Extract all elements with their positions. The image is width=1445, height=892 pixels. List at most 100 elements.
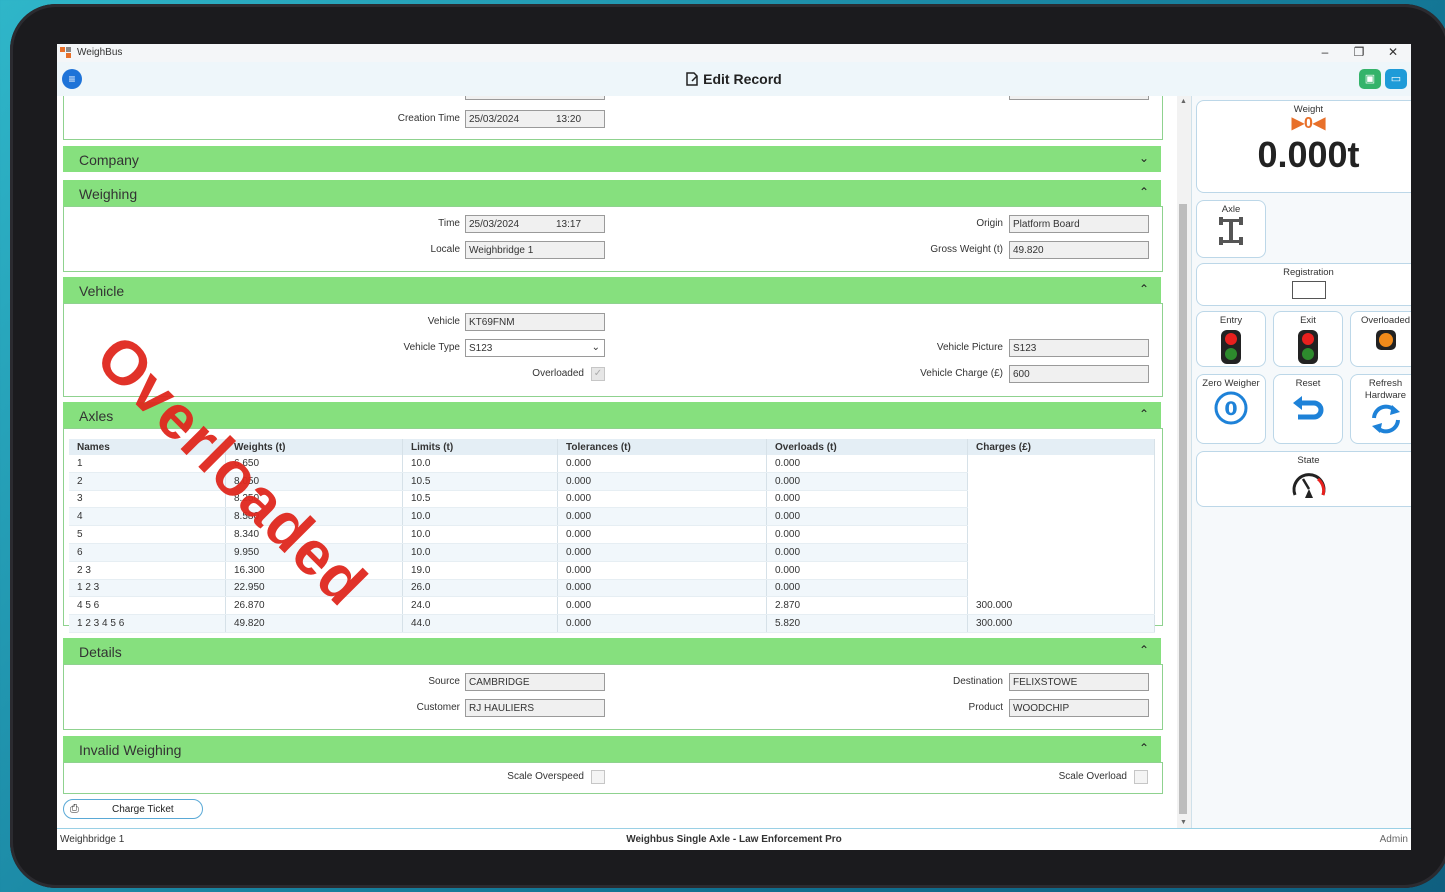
customer-field[interactable]: RJ HAULIERS [465,699,605,717]
minimize-button[interactable]: – [1315,45,1335,59]
scroll-up-icon[interactable]: ▲ [1180,98,1187,105]
monitor-button[interactable]: ▭ [1385,69,1407,89]
refresh-hardware-button[interactable]: Refresh Hardware [1350,374,1411,444]
product-label: Product [968,702,1003,713]
weight-display: Weight ▶0◀ 0.000t [1196,100,1411,193]
table-cell: 0.000 [557,561,767,580]
table-cell: 0.000 [766,490,968,509]
weighing-time-label: Time [438,218,460,229]
state-indicator: State [1196,451,1411,507]
scroll-down-icon[interactable]: ▼ [1180,819,1187,826]
close-button[interactable]: ✕ [1383,45,1403,59]
table-cell: 4 [69,507,226,527]
destination-field[interactable]: FELIXSTOWE [1009,673,1149,691]
chevron-down-icon: ⌄ [1138,151,1149,165]
hidden-field-top-left [465,96,605,100]
section-details[interactable]: Details ⌃ [63,638,1161,664]
section-invalid-title: Invalid Weighing [79,742,182,758]
exit-label: Exit [1300,315,1316,326]
chevron-up-icon: ⌃ [1138,407,1149,421]
table-cell [967,455,1155,473]
table-cell: 0.000 [557,596,767,616]
table-cell [967,561,1155,580]
table-cell: 0.000 [766,543,968,562]
vertical-scrollbar[interactable]: ▲ ▼ [1177,96,1191,828]
gross-weight-field[interactable]: 49.820 [1009,241,1149,259]
creation-time-field[interactable]: 25/03/2024 13:20 [465,110,605,128]
status-product-name: Weighbus Single Axle - Law Enforcement P… [626,834,842,845]
refresh-hardware-label: Refresh Hardware [1364,378,1407,401]
scale-overspeed-label: Scale Overspeed [507,771,584,782]
table-cell: 10.5 [402,490,558,509]
origin-label: Origin [976,218,1003,229]
page-title: Edit Record [57,71,1411,87]
table-row[interactable]: 1 2 3 22.950 26.0 0.000 0.000 [69,579,1155,598]
section-weighing[interactable]: Weighing ⌃ [63,180,1161,206]
table-row[interactable]: 5 8.340 10.0 0.000 0.000 [69,525,1155,544]
section-company[interactable]: Company ⌄ [63,146,1161,172]
overloaded-checkbox[interactable]: ✓ [591,367,605,381]
state-label: State [1297,455,1320,466]
table-cell [967,579,1155,597]
vehicle-charge-field[interactable]: 600 [1009,365,1149,383]
table-row[interactable]: 4 5 6 26.870 24.0 0.000 2.870 300.000 [69,596,1155,616]
table-cell: 0.000 [557,472,767,491]
app-logo-icon [60,47,71,58]
destination-label: Destination [952,676,1003,687]
screen-button[interactable]: ▣ [1359,69,1381,89]
overload-lamp-icon [1375,330,1396,350]
col-tolerances[interactable]: Tolerances (t) [557,439,767,455]
entry-light: Entry [1196,311,1266,367]
title-bar: WeighBus – ❐ ✕ [57,44,1411,62]
charge-ticket-button[interactable]: ⎙ Charge Ticket [63,799,203,819]
chevron-down-icon: ⌄ [591,342,600,353]
col-limits[interactable]: Limits (t) [402,439,558,455]
table-row[interactable]: 1 2 3 4 5 6 49.820 44.0 0.000 5.820 300.000 [69,614,1155,633]
gauge-icon [1292,473,1325,498]
table-cell: 0.000 [557,490,767,509]
vehicle-type-value: S123 [469,343,493,354]
undo-arrow-icon [1293,396,1324,420]
scale-overspeed-checkbox[interactable] [591,770,605,784]
origin-field[interactable]: Platform Board [1009,215,1149,233]
zero-weigher-label: Zero Weigher [1202,378,1260,389]
table-row[interactable]: 2 3 16.300 19.0 0.000 0.000 [69,561,1155,580]
locale-field[interactable]: Weighbridge 1 [465,241,605,259]
app-header: ≡ Edit Record ▣ ▭ [57,62,1411,96]
section-invalid-weighing[interactable]: Invalid Weighing ⌃ [63,736,1161,762]
axle-button[interactable]: Axle [1196,200,1266,258]
scrollbar-thumb[interactable] [1179,204,1187,814]
vehicle-field[interactable]: KT69FNM [465,313,605,331]
registration-box[interactable]: Registration [1196,263,1411,306]
table-cell [967,543,1155,562]
hidden-field-top-right [1009,96,1149,100]
product-field[interactable]: WOODCHIP [1009,699,1149,717]
table-cell: 10.0 [402,507,558,527]
screen-icon: ▣ [1364,73,1376,85]
table-cell: 6 [69,543,226,562]
chevron-up-icon: ⌃ [1138,282,1149,296]
table-cell: 49.820 [225,614,403,633]
col-charges[interactable]: Charges (£) [967,439,1155,455]
source-field[interactable]: CAMBRIDGE [465,673,605,691]
weighing-time-field[interactable]: 25/03/2024 13:17 [465,215,605,233]
vehicle-type-select[interactable]: S123 ⌄ [465,339,605,357]
table-row[interactable]: 6 9.950 10.0 0.000 0.000 [69,543,1155,562]
weighing-time-value: 13:17 [556,219,582,230]
col-overloads[interactable]: Overloads (t) [766,439,968,455]
section-vehicle[interactable]: Vehicle ⌃ [63,277,1161,303]
restore-button[interactable]: ❐ [1349,45,1369,59]
scale-overload-checkbox[interactable] [1134,770,1148,784]
reset-button[interactable]: Reset [1273,374,1343,444]
table-cell: 0.000 [557,455,767,473]
status-user: Admin [1379,834,1408,845]
table-cell: 300.000 [967,596,1155,616]
overloaded-light: Overloaded [1350,311,1411,367]
entry-label: Entry [1219,315,1243,326]
overloaded-label: Overloaded [532,368,584,379]
weight-value: 0.000t [1257,134,1360,175]
vehicle-picture-field[interactable]: S123 [1009,339,1149,357]
refresh-icon [1371,404,1400,434]
table-cell: 1 2 3 [69,579,226,598]
zero-weigher-button[interactable]: Zero Weigher 0 [1196,374,1266,444]
